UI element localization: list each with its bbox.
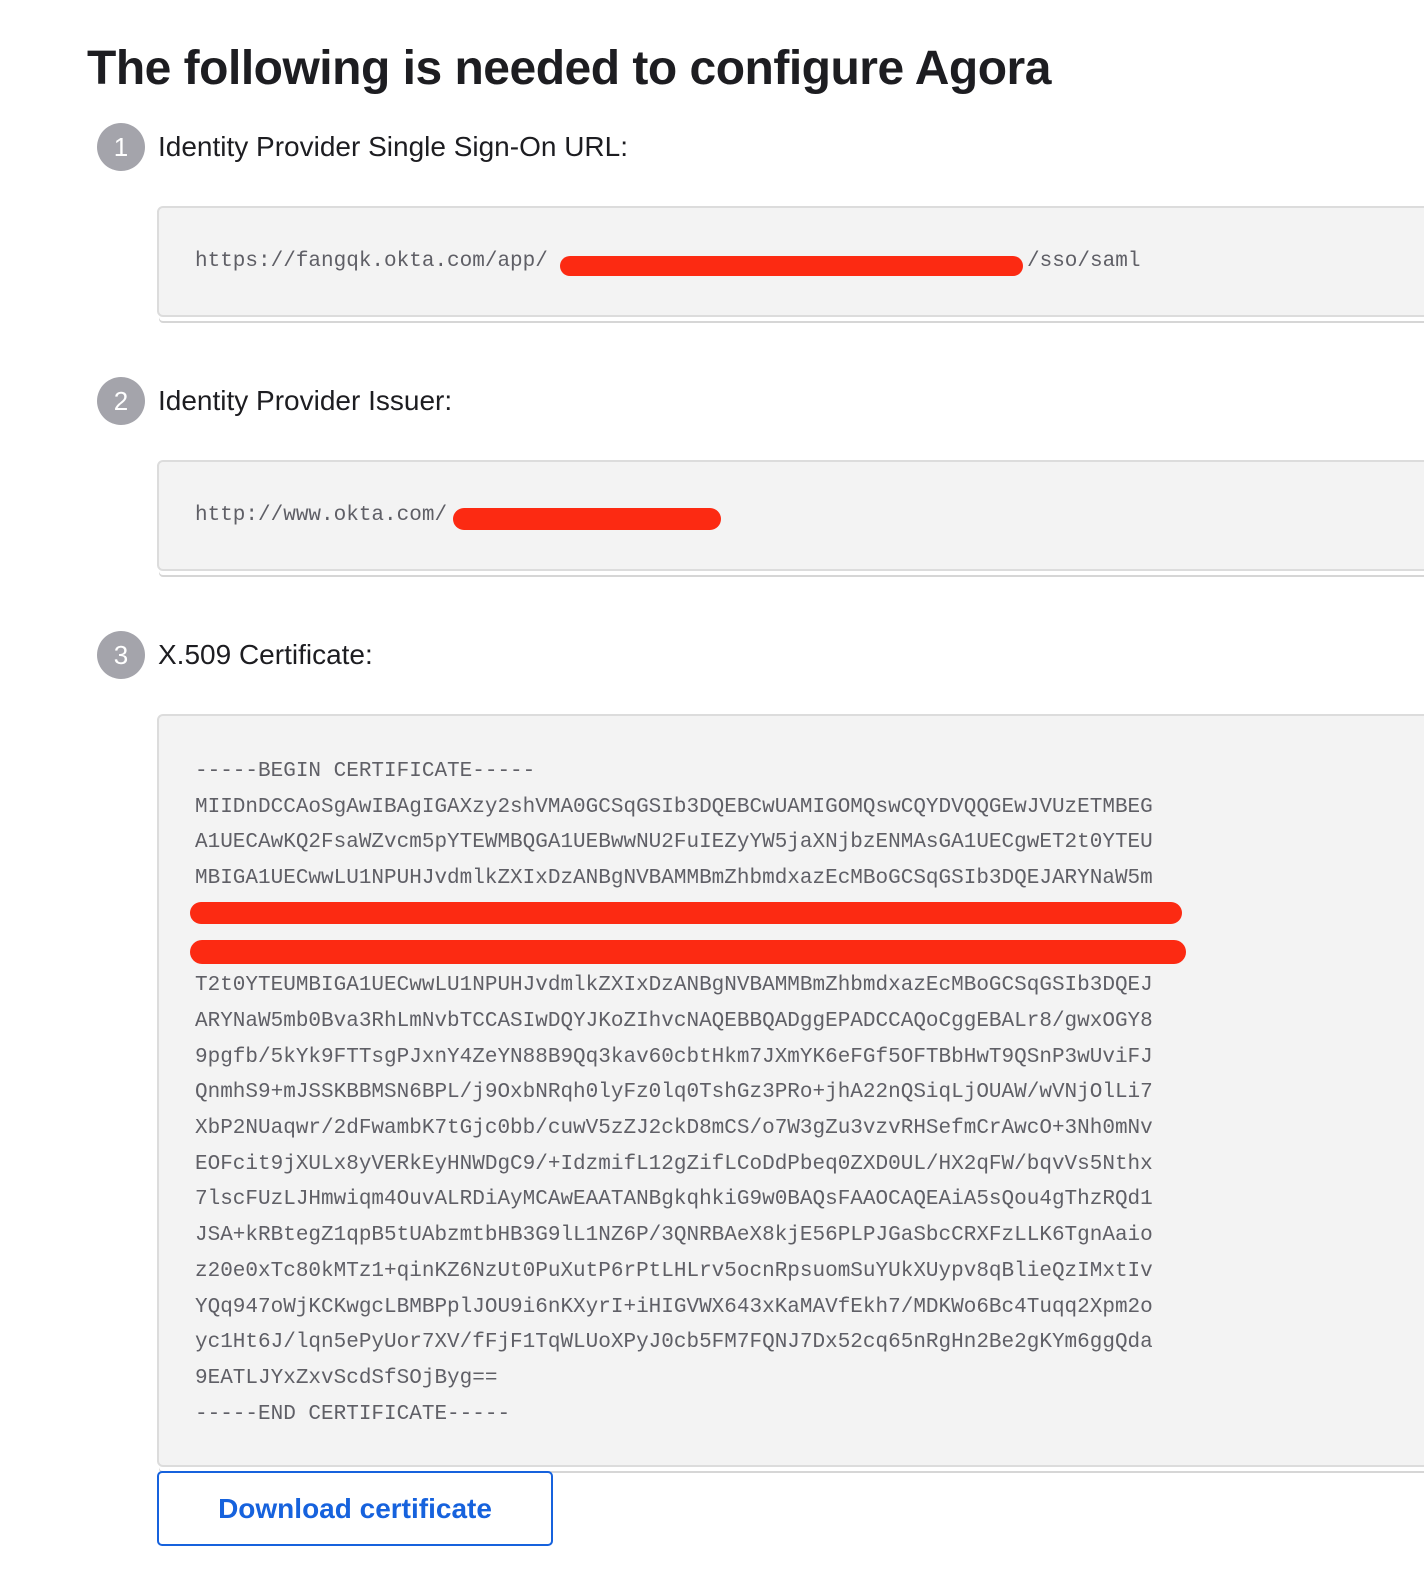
sso-url-suffix[interactable]: /sso/saml (1027, 250, 1140, 273)
page-title: The following is needed to configure Ago… (87, 42, 1051, 95)
step-2-number-badge: 2 (97, 377, 145, 425)
certificate-line: 9pgfb/5kYk9FTTsgPJxnY4ZeYN88B9Qq3kav60cb… (195, 1045, 1153, 1069)
certificate-line: 9EATLJYxZxvScdSfSOjByg== (195, 1366, 498, 1390)
step-3-number-badge: 3 (97, 631, 145, 679)
sso-url-redaction-mark (560, 256, 1023, 276)
step-2-header: 2 Identity Provider Issuer: (97, 377, 452, 425)
step-1-label: Identity Provider Single Sign-On URL: (158, 131, 628, 162)
certificate-line: EOFcit9jXULx8yVERkEyHNWDgC9/+IdzmifL12gZ… (195, 1152, 1153, 1176)
certificate-line: z20e0xTc80kMTz1+qinKZ6NzUt0PuXutP6rPtLHL… (195, 1259, 1153, 1283)
sso-url-field[interactable]: https://fangqk.okta.com/app/ /sso/saml (157, 206, 1424, 317)
certificate-text[interactable]: -----BEGIN CERTIFICATE----- MIIDnDCCAoSg… (195, 754, 1153, 1432)
certificate-line: T2t0YTEUMBIGA1UECwwLU1NPUHJvdmlkZXIxDzAN… (195, 974, 1153, 998)
step-1-header: 1 Identity Provider Single Sign-On URL: (97, 123, 628, 171)
certificate-line: QnmhS9+mJSSKBBMSN6BPL/j9OxbNRqh0lyFz0lq0… (195, 1081, 1153, 1105)
step-3-header: 3 X.509 Certificate: (97, 631, 373, 679)
certificate-field[interactable]: -----BEGIN CERTIFICATE----- MIIDnDCCAoSg… (157, 714, 1424, 1467)
issuer-redaction-mark (453, 508, 721, 530)
certificate-line: -----END CERTIFICATE----- (195, 1402, 511, 1426)
certificate-line: A1UECAwKQ2FsaWZvcm5pYTEWMBQGA1UEBwwNU2Fu… (195, 831, 1153, 855)
certificate-line: JSA+kRBtegZ1qpB5tUAbzmtbHB3G9lL1NZ6P/3QN… (195, 1224, 1153, 1248)
certificate-line: -----BEGIN CERTIFICATE----- (195, 760, 536, 783)
step-3-label: X.509 Certificate: (158, 639, 373, 670)
certificate-line: MIIDnDCCAoSgAwIBAgIGAXzy2shVMA0GCSqGSIb3… (195, 795, 1153, 819)
download-certificate-button[interactable]: Download certificate (157, 1471, 553, 1546)
sso-url-prefix[interactable]: https://fangqk.okta.com/app/ (195, 250, 548, 273)
certificate-redaction-mark-1 (190, 902, 1182, 924)
certificate-line: MBIGA1UECwwLU1NPUHJvdmlkZXIxDzANBgNVBAMM… (195, 867, 1153, 891)
certificate-line: ARYNaW5mb0Bva3RhLmNvbTCCASIwDQYJKoZIhvcN… (195, 1009, 1153, 1033)
certificate-line: YQq947oWjKCKwgcLBMBPplJOU9i6nKXyrI+iHIGV… (195, 1295, 1153, 1319)
issuer-field[interactable]: http://www.okta.com/ (157, 460, 1424, 571)
certificate-redaction-mark-2 (190, 940, 1186, 964)
step-2-label: Identity Provider Issuer: (158, 385, 453, 416)
certificate-line: yc1Ht6J/lqn5ePyUor7XV/fFjF1TqWLUoXPyJ0cb… (195, 1331, 1153, 1355)
certificate-line: XbP2NUaqwr/2dFwambK7tGjc0bb/cuwV5zZJ2ckD… (195, 1117, 1153, 1141)
certificate-line: 7lscFUzLJHmwiqm4OuvALRDiAyMCAwEAATANBgkq… (195, 1188, 1153, 1212)
step-1-number-badge: 1 (97, 123, 145, 171)
issuer-prefix[interactable]: http://www.okta.com/ (195, 504, 447, 527)
